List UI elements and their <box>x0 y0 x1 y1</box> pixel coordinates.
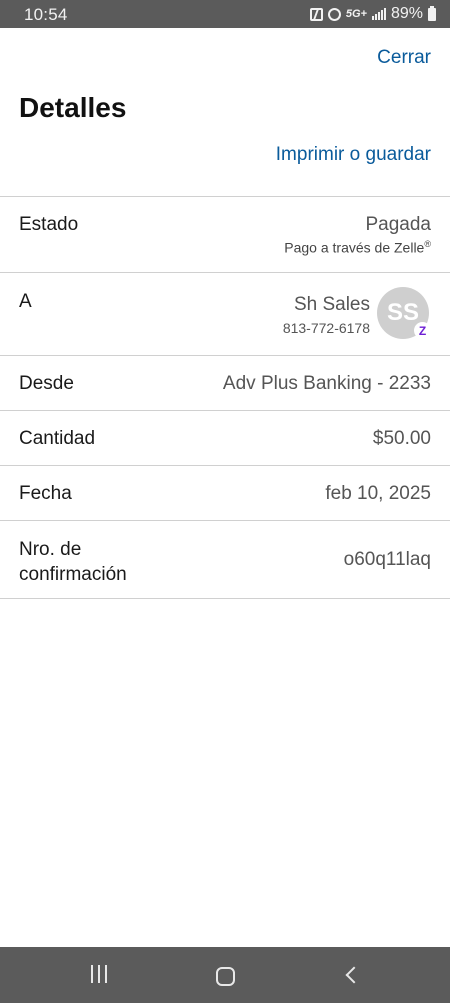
estado-value: Pagada <box>365 214 431 235</box>
status-icons: 5G+ 89% <box>309 5 436 23</box>
battery-icon <box>428 5 436 21</box>
detail-row-recipient: A Sh Sales 813-772-6178 SS Z <box>0 272 450 355</box>
cantidad-value: $50.00 <box>372 428 431 449</box>
fecha-label: Fecha <box>19 483 72 504</box>
registered-mark: ® <box>424 239 431 249</box>
home-icon[interactable] <box>216 967 235 986</box>
close-button[interactable]: Cerrar <box>377 47 431 69</box>
recipient-label: A <box>19 291 32 312</box>
desde-label: Desde <box>19 373 74 394</box>
alarm-icon <box>327 7 341 21</box>
detail-row-desde: Desde Adv Plus Banking - 2233 <box>0 355 450 410</box>
recipient-name: Sh Sales <box>293 294 370 315</box>
confirmacion-label: Nro. de confirmación <box>19 539 127 585</box>
fecha-value: feb 10, 2025 <box>325 483 431 504</box>
payment-details: Estado Pagada Pago a través de Zelle® A … <box>0 196 450 599</box>
detail-row-confirmacion: Nro. de confirmación o60q11laq <box>0 520 450 599</box>
payment-method: Pago a través de Zelle® <box>284 239 431 256</box>
signal-icon <box>371 8 386 20</box>
battery-percent: 89% <box>390 5 423 22</box>
back-icon[interactable] <box>345 966 363 984</box>
confirmacion-value: o60q11laq <box>343 549 431 570</box>
recents-icon[interactable] <box>91 965 107 983</box>
detail-row-cantidad: Cantidad $50.00 <box>0 410 450 465</box>
network-type: 5G+ <box>345 8 367 20</box>
detail-row-fecha: Fecha feb 10, 2025 <box>0 465 450 520</box>
estado-label: Estado <box>19 214 79 235</box>
desde-value: Adv Plus Banking - 2233 <box>222 373 431 394</box>
recipient-phone: 813-772-6178 <box>282 320 370 336</box>
status-bar: 10:54 5G+ 89% <box>0 0 450 28</box>
status-time: 10:54 <box>24 5 68 24</box>
payment-method-text: Pago a través de Zelle <box>284 239 425 256</box>
page-title: Detalles <box>19 92 127 123</box>
cantidad-label: Cantidad <box>19 428 96 449</box>
print-or-save-button[interactable]: Imprimir o guardar <box>276 144 431 166</box>
detail-row-estado: Estado Pagada Pago a través de Zelle® <box>0 196 450 272</box>
system-nav-bar <box>0 947 450 1003</box>
zelle-icon: Z <box>414 322 431 339</box>
nfc-icon <box>309 7 323 21</box>
